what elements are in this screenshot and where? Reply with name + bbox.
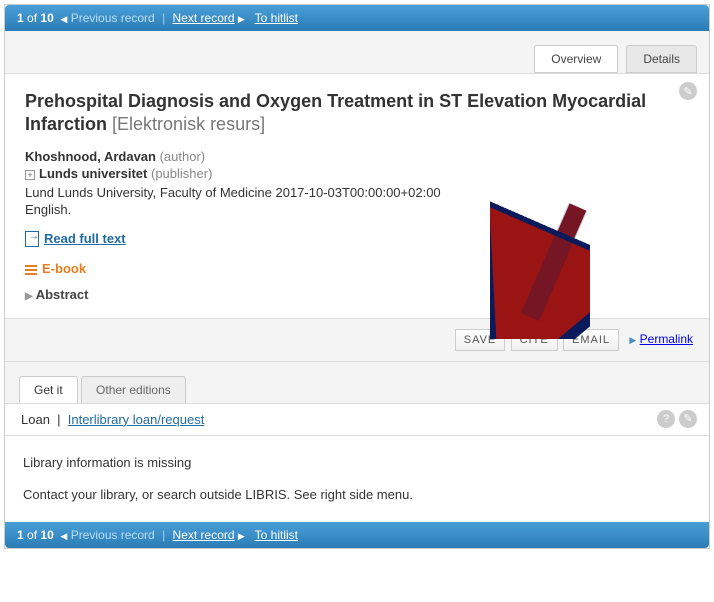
ebook-icon [25,263,37,277]
record-title: Prehospital Diagnosis and Oxygen Treatme… [25,90,689,137]
publisher-line: +Lunds universitet (publisher) [25,166,689,181]
position-current: 1 [17,11,24,25]
next-record-link[interactable]: Next record [173,11,235,25]
top-navbar: 1 of 10 ◀ Previous record | Next record … [5,5,709,31]
help-icon[interactable]: ? [657,410,675,428]
interlibrary-loan-link[interactable]: Interlibrary loan/request [68,412,205,427]
tab-overview[interactable]: Overview [534,45,618,73]
save-button[interactable]: SAVE [455,329,506,351]
gear-icon[interactable]: ✎ [679,410,697,428]
prev-record-link: Previous record [71,11,155,25]
gear-icon[interactable]: ✎ [679,82,697,100]
chevron-right-icon: ▶ [25,291,33,302]
imprint: Lund Lunds University, Faculty of Medici… [25,185,689,200]
language: English. [25,202,689,217]
bottom-navbar: 1 of 10 ◀ Previous record | Next record … [5,522,709,548]
cite-button[interactable]: CITE [511,329,558,351]
abstract-toggle[interactable]: ▶Abstract [25,287,689,302]
loan-bar: Loan | Interlibrary loan/request ? ✎ [5,403,709,436]
read-full-link[interactable]: Read full text [44,231,126,246]
email-button[interactable]: EMAIL [563,329,619,351]
permalink-link[interactable]: Permalink [640,332,693,346]
ebook-label: E-book [25,261,689,277]
fulltext-icon [25,231,39,247]
overview-tabs: Overview Details [5,31,709,73]
to-hitlist-link-bottom[interactable]: To hitlist [255,528,298,542]
getit-tabs: Get it Other editions [5,362,709,403]
next-record-link-bottom[interactable]: Next record [173,528,235,542]
tab-details[interactable]: Details [626,45,697,73]
to-hitlist-link[interactable]: To hitlist [255,11,298,25]
read-full-text: Read full text [25,231,689,248]
actions-bar: SAVE CITE EMAIL ▶ Permalink [5,318,709,362]
expand-icon[interactable]: + [25,170,35,180]
prev-record-link-bottom: Previous record [71,528,155,542]
author-line: Khoshnood, Ardavan (author) [25,149,689,164]
tab-other-editions[interactable]: Other editions [81,376,186,403]
tab-getit[interactable]: Get it [19,376,78,403]
loan-label: Loan [21,412,50,427]
position-total: 10 [40,11,53,25]
library-message: Library information is missing Contact y… [5,436,709,522]
